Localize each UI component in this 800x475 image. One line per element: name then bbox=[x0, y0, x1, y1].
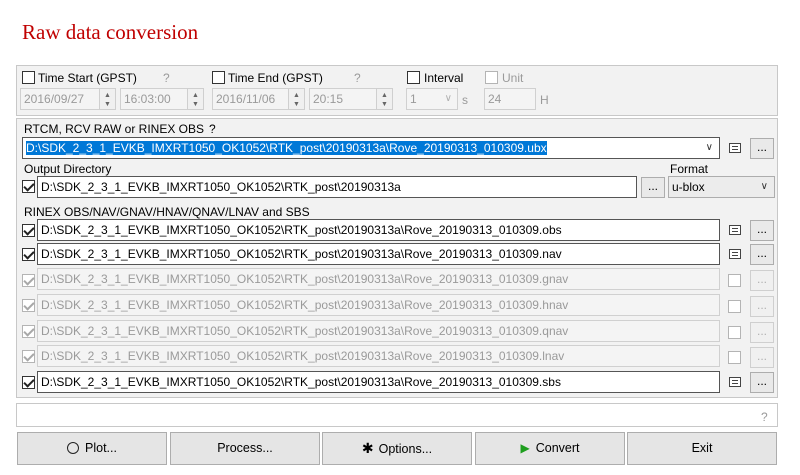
interval-label: Interval bbox=[424, 71, 464, 85]
time-end-time-field[interactable]: 20:15 bbox=[309, 88, 377, 110]
interval-checkbox[interactable] bbox=[407, 71, 420, 84]
time-start-label: Time Start (GPST) bbox=[38, 71, 137, 85]
output-dir-field[interactable]: D:\SDK_2_3_1_EVKB_IMXRT1050_OK1052\RTK_p… bbox=[37, 176, 637, 198]
input-file-value: D:\SDK_2_3_1_EVKB_IMXRT1050_OK1052\RTK_p… bbox=[26, 141, 547, 155]
convert-button[interactable]: ▶ Convert bbox=[475, 432, 625, 465]
time-start-date-field[interactable]: 2016/09/27 bbox=[20, 88, 100, 110]
input-file-browse-button[interactable]: ... bbox=[750, 138, 774, 159]
unit-suffix: H bbox=[540, 93, 549, 107]
time-start-time-spinner[interactable]: ▲ ▼ bbox=[187, 88, 204, 110]
time-start-time-field[interactable]: 16:03:00 bbox=[120, 88, 188, 110]
input-file-help[interactable]: ? bbox=[209, 122, 216, 136]
rinex-qnav-view-checkbox[interactable] bbox=[728, 326, 741, 339]
output-dir-label: Output Directory bbox=[24, 162, 112, 176]
gear-icon: ✱ bbox=[361, 440, 374, 456]
time-end-date-spinner[interactable]: ▲ ▼ bbox=[288, 88, 305, 110]
rinex-lnav-view-checkbox[interactable] bbox=[728, 351, 741, 364]
rinex-obs-browse-button[interactable]: ... bbox=[750, 220, 774, 241]
format-select[interactable]: u-blox ∨ bbox=[668, 176, 775, 198]
rinex-nav-checkbox[interactable] bbox=[22, 248, 35, 261]
rinex-sbs-browse-button[interactable]: ... bbox=[750, 372, 774, 393]
time-end-help[interactable]: ? bbox=[354, 71, 361, 85]
unit-checkbox[interactable] bbox=[485, 71, 498, 84]
options-button[interactable]: ✱ Options... bbox=[322, 432, 472, 465]
view-file-icon[interactable] bbox=[729, 143, 741, 153]
chevron-down-icon: ∨ bbox=[705, 142, 713, 153]
plot-button[interactable]: Plot... bbox=[17, 432, 167, 465]
rinex-qnav-field[interactable]: D:\SDK_2_3_1_EVKB_IMXRT1050_OK1052\RTK_p… bbox=[37, 320, 720, 342]
rinex-hnav-browse-button[interactable]: ... bbox=[750, 296, 774, 317]
rinex-gnav-checkbox[interactable] bbox=[22, 274, 35, 287]
message-panel bbox=[16, 403, 778, 427]
interval-unit: s bbox=[462, 93, 468, 107]
format-label: Format bbox=[670, 162, 709, 176]
chevron-down-icon: ∨ bbox=[444, 93, 452, 104]
time-end-date-field[interactable]: 2016/11/06 bbox=[212, 88, 289, 110]
plot-icon bbox=[67, 442, 80, 454]
view-file-icon[interactable] bbox=[729, 249, 741, 259]
rinex-sbs-field[interactable]: D:\SDK_2_3_1_EVKB_IMXRT1050_OK1052\RTK_p… bbox=[37, 371, 720, 393]
input-file-combobox[interactable]: D:\SDK_2_3_1_EVKB_IMXRT1050_OK1052\RTK_p… bbox=[22, 137, 720, 159]
rinex-label: RINEX OBS/NAV/GNAV/HNAV/QNAV/LNAV and SB… bbox=[24, 205, 310, 219]
rinex-obs-field[interactable]: D:\SDK_2_3_1_EVKB_IMXRT1050_OK1052\RTK_p… bbox=[37, 219, 720, 241]
rinex-qnav-checkbox[interactable] bbox=[22, 325, 35, 338]
time-end-time-spinner[interactable]: ▲ ▼ bbox=[376, 88, 393, 110]
rinex-gnav-browse-button[interactable]: ... bbox=[750, 270, 774, 291]
process-button-label: Process... bbox=[217, 441, 273, 455]
rinex-nav-field[interactable]: D:\SDK_2_3_1_EVKB_IMXRT1050_OK1052\RTK_p… bbox=[37, 243, 720, 265]
rinex-gnav-view-checkbox[interactable] bbox=[728, 274, 741, 287]
interval-value: 1 bbox=[410, 92, 417, 106]
plot-button-label: Plot... bbox=[85, 441, 117, 455]
output-dir-browse-button[interactable]: ... bbox=[641, 177, 665, 198]
rinex-hnav-checkbox[interactable] bbox=[22, 299, 35, 312]
rinex-hnav-field[interactable]: D:\SDK_2_3_1_EVKB_IMXRT1050_OK1052\RTK_p… bbox=[37, 294, 720, 316]
unit-label: Unit bbox=[502, 71, 524, 85]
exit-button-label: Exit bbox=[691, 441, 713, 455]
unit-field[interactable]: 24 bbox=[484, 88, 536, 110]
interval-select[interactable]: 1 ∨ bbox=[406, 88, 458, 110]
options-button-label: Options... bbox=[378, 442, 433, 456]
view-file-icon[interactable] bbox=[729, 377, 741, 387]
process-button[interactable]: Process... bbox=[170, 432, 320, 465]
rinex-qnav-browse-button[interactable]: ... bbox=[750, 322, 774, 343]
rinex-gnav-field[interactable]: D:\SDK_2_3_1_EVKB_IMXRT1050_OK1052\RTK_p… bbox=[37, 268, 720, 290]
chevron-down-icon: ∨ bbox=[760, 181, 768, 192]
rinex-sbs-checkbox[interactable] bbox=[22, 376, 35, 389]
rinex-lnav-field[interactable]: D:\SDK_2_3_1_EVKB_IMXRT1050_OK1052\RTK_p… bbox=[37, 345, 720, 367]
view-file-icon[interactable] bbox=[729, 225, 741, 235]
page-title: Raw data conversion bbox=[22, 20, 199, 44]
time-start-checkbox[interactable] bbox=[22, 71, 35, 84]
time-start-date-spinner[interactable]: ▲ ▼ bbox=[99, 88, 116, 110]
play-icon: ▶ bbox=[520, 441, 530, 455]
convert-button-label: Convert bbox=[535, 441, 580, 455]
time-end-checkbox[interactable] bbox=[212, 71, 225, 84]
input-file-label: RTCM, RCV RAW or RINEX OBS bbox=[24, 122, 205, 136]
exit-button[interactable]: Exit bbox=[627, 432, 777, 465]
time-start-help[interactable]: ? bbox=[163, 71, 170, 85]
rinex-nav-browse-button[interactable]: ... bbox=[750, 244, 774, 265]
format-value: u-blox bbox=[672, 180, 705, 194]
output-dir-checkbox[interactable] bbox=[22, 180, 35, 193]
message-help[interactable]: ? bbox=[761, 410, 768, 424]
rinex-hnav-view-checkbox[interactable] bbox=[728, 300, 741, 313]
time-end-label: Time End (GPST) bbox=[228, 71, 323, 85]
rinex-lnav-browse-button[interactable]: ... bbox=[750, 347, 774, 368]
rinex-obs-checkbox[interactable] bbox=[22, 224, 35, 237]
rinex-lnav-checkbox[interactable] bbox=[22, 350, 35, 363]
